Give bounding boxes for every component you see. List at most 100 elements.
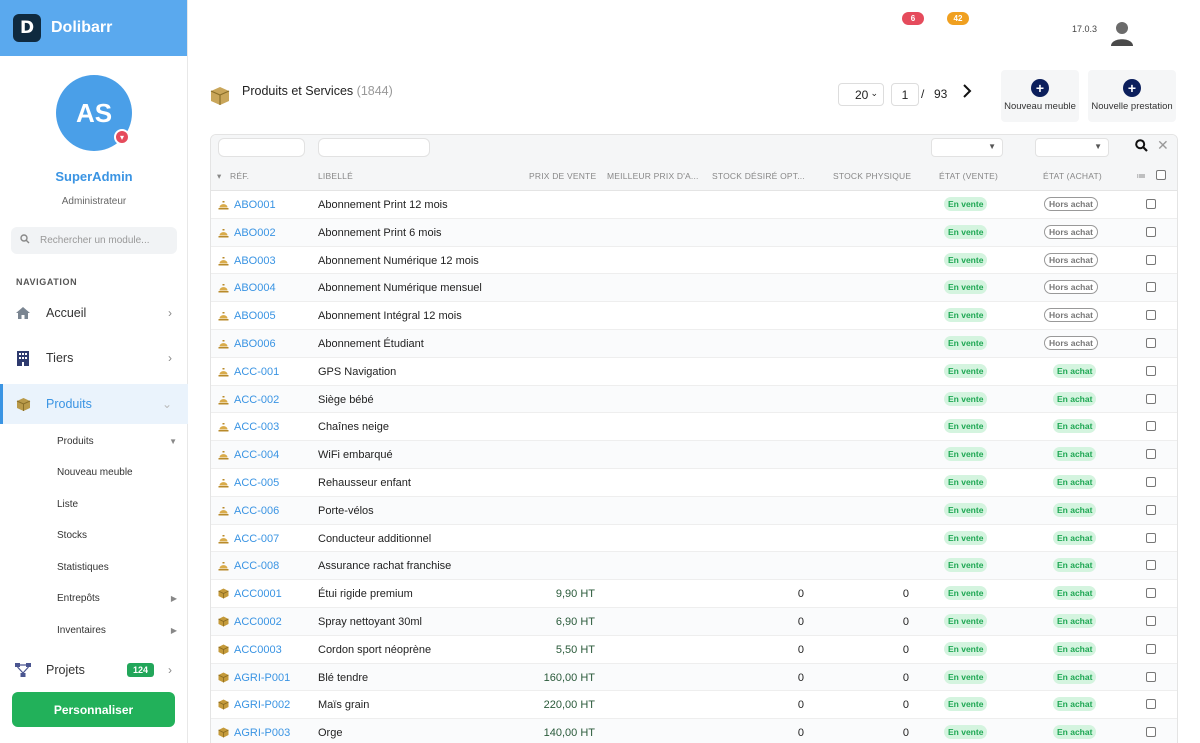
user-name[interactable]: SuperAdmin — [0, 169, 188, 184]
subnav-item-nouveau-meuble[interactable]: Nouveau meuble — [57, 467, 177, 478]
row-checkbox[interactable] — [1146, 282, 1156, 293]
subnav-item-stocks[interactable]: Stocks — [57, 530, 177, 541]
next-page-icon[interactable] — [962, 84, 972, 101]
row-checkbox[interactable] — [1146, 671, 1156, 682]
sidebar-item-tiers[interactable]: Tiers › — [0, 338, 188, 378]
table-row[interactable]: AGRI-P002 Maïs grain 220,00 HT 0 0 En vente En… — [211, 691, 1177, 720]
clear-filter-icon[interactable]: ✕ — [1157, 137, 1169, 154]
table-row[interactable]: ABO001 Abonnement Print 12 mois En vente Ho… — [211, 191, 1177, 219]
ref-link[interactable]: AGRI-P002 — [234, 699, 290, 711]
label-filter-input[interactable] — [318, 138, 430, 157]
per-page-select[interactable]: 20 ⌄ — [838, 83, 884, 106]
subnav-item-produits[interactable]: Produits ▼ — [57, 436, 177, 447]
sell-status-filter[interactable]: ▼ — [931, 138, 1003, 157]
table-row[interactable]: ACC-006 Porte-vélos En vente En achat — [211, 496, 1177, 525]
new-service-button[interactable]: + Nouvelle prestation — [1088, 70, 1176, 122]
subnav-item-inventaires[interactable]: Inventaires ▶ — [57, 625, 177, 636]
subnav-item-liste[interactable]: Liste — [57, 499, 177, 510]
ref-link[interactable]: ABO004 — [234, 282, 276, 294]
sidebar-item-produits[interactable]: Produits ⌄ — [0, 384, 188, 424]
row-checkbox[interactable] — [1146, 560, 1156, 571]
user-menu-icon[interactable] — [1111, 20, 1133, 46]
ref-filter-input[interactable] — [218, 138, 305, 157]
row-checkbox[interactable] — [1146, 337, 1156, 348]
col-label[interactable]: LIBELLÉ — [318, 171, 353, 181]
row-checkbox[interactable] — [1146, 476, 1156, 487]
brand-bar[interactable]: D Dolibarr — [0, 0, 187, 56]
sort-caret-icon[interactable]: ▾ — [217, 171, 221, 182]
ref-link[interactable]: ACC-004 — [234, 449, 279, 461]
row-checkbox[interactable] — [1146, 365, 1156, 376]
col-price[interactable]: PRIX DE VENTE — [529, 171, 596, 181]
column-list-icon[interactable]: ≔ — [1136, 171, 1146, 182]
table-row[interactable]: ACC-003 Chaînes neige En vente En achat — [211, 413, 1177, 442]
table-row[interactable]: AGRI-P003 Orge 140,00 HT 0 0 En vente En achat — [211, 719, 1177, 743]
row-checkbox[interactable] — [1146, 615, 1156, 626]
ref-link[interactable]: ACC-002 — [234, 394, 279, 406]
ref-link[interactable]: ABO006 — [234, 338, 276, 350]
table-row[interactable]: ACC-008 Assurance rachat franchise En vent… — [211, 552, 1177, 581]
table-row[interactable]: ABO005 Abonnement Intégral 12 mois En vent… — [211, 302, 1177, 330]
table-row[interactable]: ABO004 Abonnement Numérique mensuel En ven… — [211, 274, 1177, 303]
sidebar-item-projets[interactable]: Projets 124 › — [0, 650, 188, 690]
ref-link[interactable]: ACC0001 — [234, 588, 282, 600]
ref-link[interactable]: ACC-007 — [234, 533, 279, 545]
table-row[interactable]: ACC-002 Siège bébé En vente En achat — [211, 385, 1177, 414]
chevron-down-icon[interactable]: ▾ — [114, 129, 130, 145]
search-icon[interactable] — [1135, 139, 1148, 155]
row-checkbox[interactable] — [1146, 226, 1156, 237]
customize-button[interactable]: Personnaliser — [12, 692, 175, 727]
table-row[interactable]: ACC-005 Rehausseur enfant En vente En achat — [211, 469, 1177, 497]
new-furniture-button[interactable]: + Nouveau meuble — [1001, 70, 1079, 122]
ref-link[interactable]: AGRI-P001 — [234, 672, 290, 684]
buy-status-filter[interactable]: ▼ — [1035, 138, 1109, 157]
ref-link[interactable]: ACC0002 — [234, 616, 282, 628]
row-checkbox[interactable] — [1146, 532, 1156, 543]
row-checkbox[interactable] — [1146, 254, 1156, 265]
row-checkbox[interactable] — [1146, 449, 1156, 460]
ref-link[interactable]: ACC0003 — [234, 644, 282, 656]
table-row[interactable]: ACC-007 Conducteur additionnel En vente En … — [211, 525, 1177, 553]
sidebar-item-accueil[interactable]: Accueil › — [0, 293, 188, 333]
row-checkbox[interactable] — [1146, 699, 1156, 710]
row-checkbox[interactable] — [1146, 393, 1156, 404]
table-row[interactable]: ACC0001 Étui rigide premium 9,90 HT 0 0 En ve… — [211, 580, 1177, 608]
subnav-item-statistiques[interactable]: Statistiques — [57, 562, 177, 573]
col-ref[interactable]: RÉF. — [230, 171, 249, 181]
ref-link[interactable]: ACC-001 — [234, 366, 279, 378]
row-checkbox[interactable] — [1146, 310, 1156, 321]
table-row[interactable]: ACC-004 WiFi embarqué En vente En achat — [211, 441, 1177, 469]
ref-link[interactable]: ABO005 — [234, 310, 276, 322]
col-stock-physical[interactable]: STOCK PHYSIQUE — [833, 171, 911, 181]
row-checkbox[interactable] — [1146, 504, 1156, 515]
ref-link[interactable]: ABO003 — [234, 255, 276, 267]
col-stock-desired[interactable]: STOCK DÉSIRÉ OPT... — [712, 171, 805, 181]
table-row[interactable]: AGRI-P001 Blé tendre 160,00 HT 0 0 En vente En… — [211, 663, 1177, 692]
ref-link[interactable]: ABO002 — [234, 227, 276, 239]
ref-link[interactable]: ACC-008 — [234, 560, 279, 572]
row-checkbox[interactable] — [1146, 199, 1156, 209]
user-avatar-wrap[interactable]: AS ▾ — [56, 75, 132, 151]
select-all-checkbox[interactable] — [1156, 170, 1166, 180]
subnav-item-entrepots[interactable]: Entrepôts ▶ — [57, 593, 177, 604]
ref-link[interactable]: ACC-006 — [234, 505, 279, 517]
table-row[interactable]: ABO003 Abonnement Numérique 12 mois En ven… — [211, 247, 1177, 275]
table-row[interactable]: ACC-001 GPS Navigation En vente En achat — [211, 358, 1177, 386]
ref-link[interactable]: AGRI-P003 — [234, 727, 290, 739]
row-checkbox[interactable] — [1146, 588, 1156, 599]
col-status-buy[interactable]: ÉTAT (ACHAT) — [1043, 171, 1102, 181]
ref-link[interactable]: ACC-005 — [234, 477, 279, 489]
row-checkbox[interactable] — [1146, 421, 1156, 432]
col-best-price[interactable]: MEILLEUR PRIX D'A... — [607, 171, 699, 181]
row-checkbox[interactable] — [1146, 727, 1156, 738]
table-row[interactable]: ACC0002 Spray nettoyant 30ml 6,90 HT 0 0 En v… — [211, 607, 1177, 636]
module-search-input[interactable]: Rechercher un module... — [11, 227, 177, 254]
col-status-sell[interactable]: ÉTAT (VENTE) — [939, 171, 998, 181]
table-row[interactable]: ACC0003 Cordon sport néoprène 5,50 HT 0 0 En … — [211, 636, 1177, 664]
ref-link[interactable]: ACC-003 — [234, 421, 279, 433]
row-checkbox[interactable] — [1146, 643, 1156, 654]
notification-badge-orange[interactable]: 42 — [947, 12, 969, 25]
ref-link[interactable]: ABO001 — [234, 199, 276, 211]
table-row[interactable]: ABO006 Abonnement Étudiant En vente Hors ac… — [211, 329, 1177, 358]
page-number-input[interactable]: 1 — [891, 83, 919, 106]
